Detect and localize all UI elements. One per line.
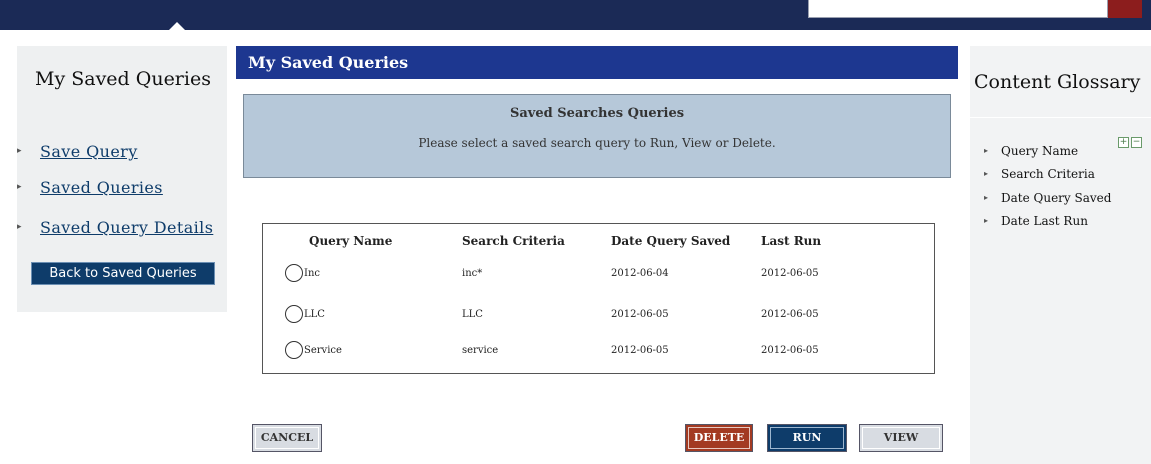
glossary-item-label[interactable]: Date Query Saved	[1001, 191, 1111, 205]
cancel-button-label: CANCEL	[255, 427, 319, 449]
site-search-button[interactable]	[1108, 0, 1142, 18]
arrow-bullet-icon: ▸	[984, 169, 989, 178]
expand-all-icon[interactable]: +	[1118, 137, 1129, 148]
expand-collapse-controls: + −	[1118, 137, 1144, 149]
arrow-bullet-icon: ▸	[984, 216, 989, 225]
sidebar-link-label[interactable]: Saved Queries	[40, 178, 163, 197]
arrow-bullet-icon: ▸	[17, 222, 22, 232]
search-criteria-cell: service	[462, 345, 499, 356]
arrow-bullet-icon: ▸	[984, 146, 989, 155]
column-header-search-criteria: Search Criteria	[462, 234, 565, 248]
glossary-title: Content Glossary	[974, 71, 1141, 93]
site-search-input[interactable]	[808, 0, 1108, 18]
query-name-cell: LLC	[304, 309, 325, 320]
column-header-query-name: Query Name	[309, 234, 393, 248]
left-sidebar: My Saved Queries ▸ Save Query ▸ Saved Qu…	[17, 46, 227, 312]
search-criteria-cell: LLC	[462, 309, 483, 320]
cancel-button[interactable]: CANCEL	[252, 424, 322, 452]
table-row: Service service 2012-06-05 2012-06-05	[263, 341, 934, 363]
table-row: Inc inc* 2012-06-04 2012-06-05	[263, 264, 934, 286]
sidebar-title: My Saved Queries	[35, 68, 211, 90]
view-button[interactable]: VIEW	[859, 424, 943, 452]
run-button[interactable]: RUN	[767, 424, 847, 452]
delete-button[interactable]: DELETE	[685, 424, 753, 452]
arrow-bullet-icon: ▸	[17, 182, 22, 192]
back-to-saved-queries-button[interactable]: Back to Saved Queries	[31, 262, 215, 285]
query-select-radio[interactable]	[285, 264, 303, 282]
run-button-label: RUN	[770, 427, 844, 449]
query-name-cell: Inc	[304, 268, 320, 279]
search-criteria-cell: inc*	[462, 268, 483, 279]
view-button-label: VIEW	[862, 427, 940, 449]
glossary-item-label[interactable]: Search Criteria	[1001, 167, 1095, 181]
glossary-sidebar: Content Glossary + − ▸ Query Name ▸ Sear…	[970, 46, 1151, 464]
collapse-all-icon[interactable]: −	[1131, 137, 1142, 148]
query-select-radio[interactable]	[285, 305, 303, 323]
page-title: My Saved Queries	[248, 53, 409, 72]
page-title-bar: My Saved Queries	[236, 46, 958, 79]
column-header-last-run: Last Run	[761, 234, 822, 248]
glossary-item-label[interactable]: Query Name	[1001, 144, 1078, 158]
last-run-cell: 2012-06-05	[761, 268, 819, 279]
info-title: Saved Searches Queries	[509, 106, 685, 121]
arrow-bullet-icon: ▸	[984, 193, 989, 202]
sidebar-link-label[interactable]: Save Query	[40, 142, 138, 161]
date-saved-cell: 2012-06-05	[611, 345, 669, 356]
query-select-radio[interactable]	[285, 341, 303, 359]
info-panel: Saved Searches Queries Please select a s…	[243, 94, 951, 178]
info-description: Please select a saved search query to Ru…	[418, 136, 776, 150]
query-name-cell: Service	[304, 345, 342, 356]
last-run-cell: 2012-06-05	[761, 309, 819, 320]
saved-queries-table: Query Name Search Criteria Date Query Sa…	[262, 223, 935, 374]
date-saved-cell: 2012-06-04	[611, 268, 669, 279]
table-row: LLC LLC 2012-06-05 2012-06-05	[263, 305, 934, 327]
delete-button-label: DELETE	[688, 427, 750, 449]
column-header-date-saved: Date Query Saved	[611, 234, 731, 248]
glossary-item-label[interactable]: Date Last Run	[1001, 214, 1088, 228]
top-navigation-bar	[0, 0, 1151, 31]
arrow-bullet-icon: ▸	[17, 146, 22, 156]
last-run-cell: 2012-06-05	[761, 345, 819, 356]
glossary-divider	[970, 117, 1151, 118]
sidebar-link-label[interactable]: Saved Query Details	[40, 218, 213, 237]
active-tab-indicator	[168, 22, 186, 31]
date-saved-cell: 2012-06-05	[611, 309, 669, 320]
